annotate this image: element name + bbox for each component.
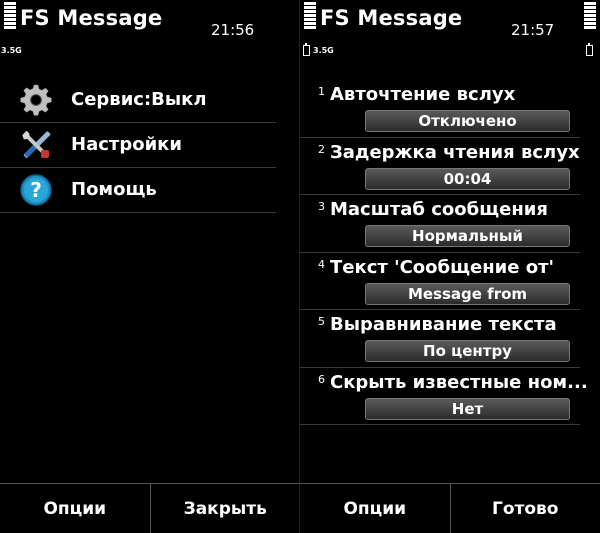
menu-item-settings[interactable]: Настройки [0,123,276,168]
setting-label: Скрыть известные ном... [330,371,588,393]
setting-label: Авточтение вслух [330,84,516,105]
menu-item-help[interactable]: ? Помощь [0,168,276,213]
menu-item-service[interactable]: Сервис:Выкл [0,78,276,123]
settings-list: 1 Авточтение вслух Отключено 2 Задержка … [300,80,588,425]
setting-number: 3 [318,200,325,213]
setting-value[interactable]: По центру [365,340,570,362]
setting-value[interactable]: 00:04 [365,167,570,190]
signal-strength-icon [4,2,16,38]
battery-icon [303,43,310,56]
menu-item-label: Помощь [71,179,157,200]
close-softkey[interactable]: Закрыть [151,484,301,533]
options-softkey[interactable]: Опции [300,484,451,533]
network-indicator: 3.5G [313,46,334,55]
setting-hide-known-numbers[interactable]: 6 Скрыть известные ном... Нет [300,368,588,425]
setting-label: Масштаб сообщения [330,199,548,220]
app-title: FS Message [320,6,463,30]
left-screen: FS Message 21:56 3.5G Сервис:Выкл Настро… [0,0,300,533]
battery-level-icon [584,2,596,38]
done-softkey[interactable]: Готово [451,484,600,533]
setting-value[interactable]: Message from [365,282,570,305]
setting-number: 2 [318,142,325,156]
help-icon: ? [20,174,52,206]
clock: 21:56 [211,21,255,39]
app-title: FS Message [20,6,163,30]
clock: 21:57 [511,21,555,39]
setting-label: Задержка чтения вслух [330,141,580,163]
tools-icon [20,129,52,161]
setting-message-from-text[interactable]: 4 Текст 'Сообщение от' Message from [300,253,580,310]
setting-number: 4 [318,257,325,271]
setting-value[interactable]: Отключено [365,110,570,132]
setting-auto-read[interactable]: 1 Авточтение вслух Отключено [300,80,580,138]
softkey-bar: Опции Готово [300,483,600,533]
setting-label: Текст 'Сообщение от' [330,256,555,278]
setting-value[interactable]: Нет [365,397,570,420]
battery-icon [586,43,593,56]
gear-icon [20,84,52,116]
right-screen: FS Message 21:57 3.5G 1 Авточтение вслух… [300,0,600,533]
setting-label: Выравнивание текста [330,314,557,335]
setting-value[interactable]: Нормальный [365,225,570,247]
options-softkey[interactable]: Опции [0,484,151,533]
menu-item-label: Сервис:Выкл [71,89,207,110]
setting-text-alignment[interactable]: 5 Выравнивание текста По центру [300,310,580,368]
setting-message-scale[interactable]: 3 Масштаб сообщения Нормальный [300,195,580,253]
softkey-bar: Опции Закрыть [0,483,300,533]
setting-number: 6 [318,372,325,386]
svg-text:?: ? [30,178,42,202]
setting-number: 5 [318,315,325,328]
network-indicator: 3.5G [1,46,22,55]
signal-strength-icon [304,2,316,38]
main-menu: Сервис:Выкл Настройки ? Помощь [0,78,276,213]
menu-item-label: Настройки [71,134,183,155]
setting-number: 1 [318,85,325,98]
setting-read-delay[interactable]: 2 Задержка чтения вслух 00:04 [300,138,580,195]
